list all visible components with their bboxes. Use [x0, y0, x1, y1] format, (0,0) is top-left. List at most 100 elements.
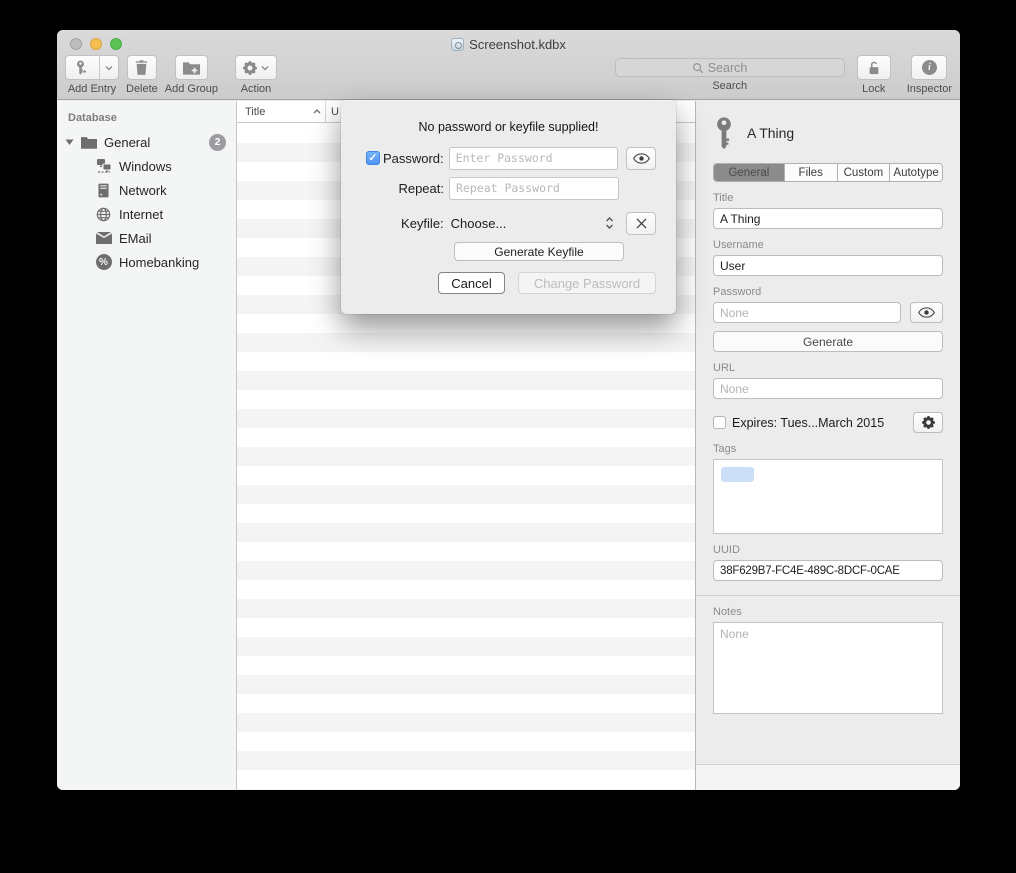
- gear-icon: [243, 61, 257, 75]
- cancel-button[interactable]: Cancel: [438, 272, 505, 294]
- notes-label: Notes: [713, 606, 943, 618]
- keyfile-popup-value: Choose...: [451, 216, 507, 231]
- sidebar-item-label: EMail: [119, 231, 152, 246]
- title-field[interactable]: [713, 208, 943, 229]
- tag-pill[interactable]: [721, 467, 754, 482]
- dialog-message: No password or keyfile supplied!: [341, 100, 676, 134]
- keyfile-popup-button[interactable]: Choose...: [449, 216, 618, 231]
- column-username-label: U: [331, 106, 339, 118]
- inspector-label: Inspector: [907, 83, 952, 95]
- uuid-field[interactable]: [713, 560, 943, 581]
- inspector-button[interactable]: i: [911, 55, 947, 80]
- dialog-password-input[interactable]: [449, 147, 618, 170]
- percent-icon: %: [95, 254, 112, 271]
- toolbar: Add Entry Delete Add Group: [65, 55, 952, 99]
- username-field[interactable]: [713, 255, 943, 276]
- action-tool: Action: [235, 55, 277, 95]
- url-field-label: URL: [713, 362, 943, 374]
- add-group-label: Add Group: [165, 83, 218, 95]
- server-icon: [95, 182, 112, 199]
- url-field[interactable]: [713, 378, 943, 399]
- document-icon: [451, 38, 464, 51]
- action-button[interactable]: [235, 55, 277, 80]
- close-x-icon: [636, 218, 647, 229]
- password-field[interactable]: [713, 302, 901, 323]
- generate-keyfile-button[interactable]: Generate Keyfile: [454, 242, 624, 261]
- tab-general[interactable]: General: [714, 164, 785, 181]
- sidebar-item-label: Homebanking: [119, 255, 199, 270]
- delete-button[interactable]: [127, 55, 157, 80]
- dialog-password-label: Password:: [383, 151, 444, 166]
- username-field-label: Username: [713, 239, 943, 251]
- dialog-reveal-password-button[interactable]: [626, 147, 656, 170]
- lock-button[interactable]: [857, 55, 891, 80]
- column-header-username[interactable]: U: [326, 106, 339, 118]
- notes-field[interactable]: [713, 622, 943, 714]
- search-label: Search: [712, 80, 747, 92]
- expires-settings-button[interactable]: [913, 412, 943, 433]
- sidebar-group-general[interactable]: General 2: [57, 130, 236, 154]
- disclosure-triangle-icon[interactable]: [65, 138, 77, 146]
- column-title-label: Title: [245, 106, 265, 118]
- tab-files[interactable]: Files: [785, 164, 838, 181]
- sidebar-item-windows[interactable]: Windows: [57, 154, 236, 178]
- generate-password-button[interactable]: Generate: [713, 331, 943, 352]
- reveal-password-button[interactable]: [910, 302, 943, 323]
- expires-checkbox[interactable]: [713, 416, 726, 429]
- dialog-keyfile-label: Keyfile:: [401, 216, 444, 231]
- eye-icon: [918, 307, 935, 318]
- popup-chevrons-icon: [605, 217, 614, 229]
- chevron-down-icon: [261, 65, 269, 71]
- lock-label: Lock: [862, 83, 885, 95]
- sidebar-item-homebanking[interactable]: % Homebanking: [57, 250, 236, 274]
- action-label: Action: [241, 83, 272, 95]
- tags-box[interactable]: [713, 459, 943, 534]
- sort-ascending-icon: [313, 109, 321, 114]
- column-header-title[interactable]: Title: [237, 101, 326, 122]
- dialog-repeat-label: Repeat:: [398, 181, 444, 196]
- sidebar-section-header: Database: [57, 109, 236, 130]
- envelope-icon: [95, 230, 112, 247]
- window-title-bar: Screenshot.kdbx: [57, 36, 960, 52]
- search-box[interactable]: [615, 58, 845, 77]
- expires-label: Expires: Tues...March 2015: [732, 416, 884, 430]
- sidebar-item-network[interactable]: Network: [57, 178, 236, 202]
- eye-icon: [633, 153, 650, 164]
- inspector-panel: A Thing General Files Custom Autotype Ti…: [695, 101, 960, 790]
- inspector-tool: i Inspector: [907, 55, 952, 95]
- window-title: Screenshot.kdbx: [469, 37, 566, 52]
- toolbar-right: Search Lock i Inspector: [615, 55, 952, 95]
- add-entry-dropdown[interactable]: [99, 56, 118, 79]
- add-group-tool: Add Group: [165, 55, 218, 95]
- sidebar-item-label: Windows: [119, 159, 172, 174]
- dialog-repeat-input[interactable]: [449, 177, 619, 200]
- add-group-button[interactable]: [175, 55, 208, 80]
- delete-tool: Delete: [126, 55, 158, 95]
- add-entry-button[interactable]: [65, 55, 119, 80]
- search-tool: Search: [615, 55, 845, 92]
- trash-icon: [135, 60, 148, 75]
- tags-label: Tags: [713, 443, 943, 455]
- password-field-label: Password: [713, 286, 943, 298]
- globe-icon: [95, 206, 112, 223]
- divider: [696, 595, 960, 596]
- title-field-label: Title: [713, 192, 943, 204]
- sidebar-item-email[interactable]: EMail: [57, 226, 236, 250]
- tab-autotype[interactable]: Autotype: [890, 164, 942, 181]
- clear-keyfile-button[interactable]: [626, 212, 656, 235]
- search-input[interactable]: [708, 61, 768, 75]
- sidebar-item-internet[interactable]: Internet: [57, 202, 236, 226]
- entry-title: A Thing: [747, 125, 794, 141]
- delete-label: Delete: [126, 83, 158, 95]
- search-icon: [692, 62, 704, 74]
- password-checkbox[interactable]: ✓: [366, 151, 380, 165]
- change-password-button[interactable]: Change Password: [518, 272, 656, 294]
- key-icon: [713, 116, 735, 150]
- expires-row: Expires: Tues...March 2015: [713, 412, 943, 433]
- sidebar-group-label: General: [104, 135, 150, 150]
- sidebar-item-label: Internet: [119, 207, 163, 222]
- sidebar-item-label: Network: [119, 183, 167, 198]
- folder-icon: [80, 134, 97, 151]
- tab-custom[interactable]: Custom: [838, 164, 891, 181]
- inspector-tabs: General Files Custom Autotype: [713, 163, 943, 182]
